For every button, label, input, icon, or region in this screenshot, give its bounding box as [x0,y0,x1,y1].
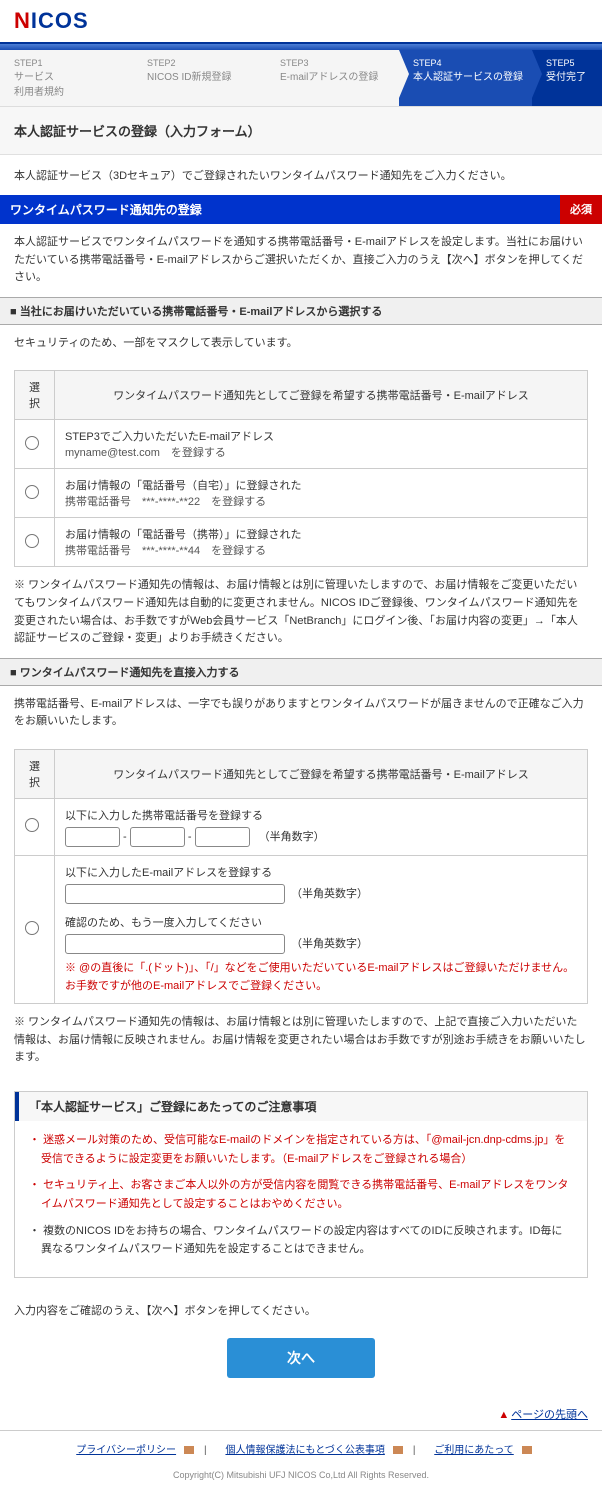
options-table-direct: 選択 ワンタイムパスワード通知先としてご登録を希望する携帯電話番号・E-mail… [14,749,588,1004]
footer: プライバシーポリシー | 個人情報保護法にもとづく公表事項 | ご利用にあたって [0,1430,602,1466]
row-subtext: myname@test.com を登録する [65,444,577,460]
triangle-up-icon: ▲ [498,1409,509,1421]
direct-lead: 携帯電話番号、E-mailアドレスは、一字でも誤りがありますとワンタイムパスワー… [0,686,602,741]
step-4-active: STEP4本人認証サービスの登録 [399,50,532,106]
next-button[interactable]: 次へ [227,1338,375,1378]
phone-part3-input[interactable] [195,827,250,847]
footer-link-privacy[interactable]: プライバシーポリシー [76,1445,176,1456]
table-row: お届け情報の「電話番号（自宅）」に登録された携帯電話番号 ***-****-**… [15,469,588,518]
phone-part2-input[interactable] [130,827,185,847]
page-title: 本人認証サービスの登録（入力フォーム） [0,107,602,155]
email-input[interactable] [65,884,285,904]
radio-email-registered[interactable] [25,436,39,450]
footer-link-personalinfo[interactable]: 個人情報保護法にもとづく公表事項 [225,1445,384,1456]
mask-note: セキュリティのため、一部をマスクして表示しています。 [0,325,602,363]
section-desc: 本人認証サービスでワンタイムパスワードを通知する携帯電話番号・E-mailアドレ… [0,224,602,297]
row-text: 以下に入力した携帯電話番号を登録する [65,807,577,823]
section-header-otp: ワンタイムパスワード通知先の登録 必須 [0,195,602,224]
row-confirm-label: 確認のため、もう一度入力してください [65,914,577,930]
hint-alnum: （半角英数字） [291,888,368,900]
row-text: お届け情報の「電話番号（携帯）」に登録された [65,526,577,542]
logo-rest: ICOS [31,8,89,33]
caution-title: 「本人認証サービス」ご登録にあたってのご注意事項 [15,1092,587,1121]
external-icon [393,1446,403,1454]
caution-item: 複数のNICOS IDをお持ちの場合、ワンタイムパスワードの設定内容はすべてのI… [29,1222,573,1259]
note-registered: ワンタイムパスワード通知先の情報は、お届け情報とは別に管理いたしますので、お届け… [0,567,602,657]
row-subtext: 携帯電話番号 ***-****-**22 を登録する [65,493,577,509]
logo-char-n: N [14,8,31,33]
section-header-label: ワンタイムパスワード通知先の登録 [10,203,202,217]
col-desc: ワンタイムパスワード通知先としてご登録を希望する携帯電話番号・E-mailアドレ… [55,749,588,798]
col-select: 選択 [15,749,55,798]
step-3: STEP3E-mailアドレスの登録 [266,50,399,106]
step-1: STEP1サービス 利用者規約 [0,50,133,106]
row-text: 以下に入力したE-mailアドレスを登録する [65,864,577,880]
table-row: 以下に入力したE-mailアドレスを登録する （半角英数字） 確認のため、もう一… [15,855,588,1003]
email-confirm-input[interactable] [65,934,285,954]
subsection-direct-input: ワンタイムパスワード通知先を直接入力する [0,658,602,686]
logo: NICOS [0,0,602,44]
external-icon [522,1446,532,1454]
radio-phone-home[interactable] [25,485,39,499]
hint-alnum: （半角英数字） [291,938,368,950]
step-5: STEP5受付完了 [532,50,602,106]
table-row: 以下に入力した携帯電話番号を登録する - - （半角数字） [15,798,588,855]
page-top-link[interactable]: ページの先頭へ [511,1409,588,1421]
row-subtext: 携帯電話番号 ***-****-**44 を登録する [65,542,577,558]
copyright: Copyright(C) Mitsubishi UFJ NICOS Co,Ltd… [0,1466,602,1492]
caution-item: セキュリティ上、お客さまご本人以外の方が受信内容を閲覧できる携帯電話番号、E-m… [29,1176,573,1213]
phone-part1-input[interactable] [65,827,120,847]
footer-link-usage[interactable]: ご利用にあたって [434,1445,514,1456]
radio-direct-email[interactable] [25,921,39,935]
row-text: お届け情報の「電話番号（自宅）」に登録された [65,477,577,493]
row-text: STEP3でご入力いただいたE-mailアドレス [65,428,577,444]
options-table-registered: 選択 ワンタイムパスワード通知先としてご登録を希望する携帯電話番号・E-mail… [14,370,588,567]
step-2: STEP2NICOS ID新規登録 [133,50,266,106]
note-direct: ワンタイムパスワード通知先の情報は、お届け情報とは別に管理いたしますので、上記で… [0,1004,602,1077]
caution-item: 迷惑メール対策のため、受信可能なE-mailのドメインを指定されている方は、「@… [29,1131,573,1168]
table-row: お届け情報の「電話番号（携帯）」に登録された携帯電話番号 ***-****-**… [15,518,588,567]
hint-digits: （半角数字） [259,831,325,843]
step-indicator: STEP1サービス 利用者規約 STEP2NICOS ID新規登録 STEP3E… [0,50,602,107]
required-badge: 必須 [560,195,602,224]
intro-text: 本人認証サービス（3Dセキュア）でご登録されたいワンタイムパスワード通知先をご入… [0,155,602,195]
external-icon [184,1446,194,1454]
page-top-link-row: ▲ページの先頭へ [0,1398,602,1430]
caution-box: 「本人認証サービス」ご登録にあたってのご注意事項 迷惑メール対策のため、受信可能… [14,1091,588,1278]
confirm-text: 入力内容をご確認のうえ、【次へ】ボタンを押してください。 [0,1292,602,1328]
radio-direct-phone[interactable] [25,818,39,832]
table-row: STEP3でご入力いただいたE-mailアドレスmyname@test.com … [15,420,588,469]
email-warning: ※ @の直後に「.(ドット)」、「/」などをご使用いただいているE-mailアド… [65,960,577,995]
col-select: 選択 [15,371,55,420]
radio-phone-mobile[interactable] [25,534,39,548]
subsection-select-registered: 当社にお届けいただいている携帯電話番号・E-mailアドレスから選択する [0,297,602,325]
col-desc: ワンタイムパスワード通知先としてご登録を希望する携帯電話番号・E-mailアドレ… [55,371,588,420]
